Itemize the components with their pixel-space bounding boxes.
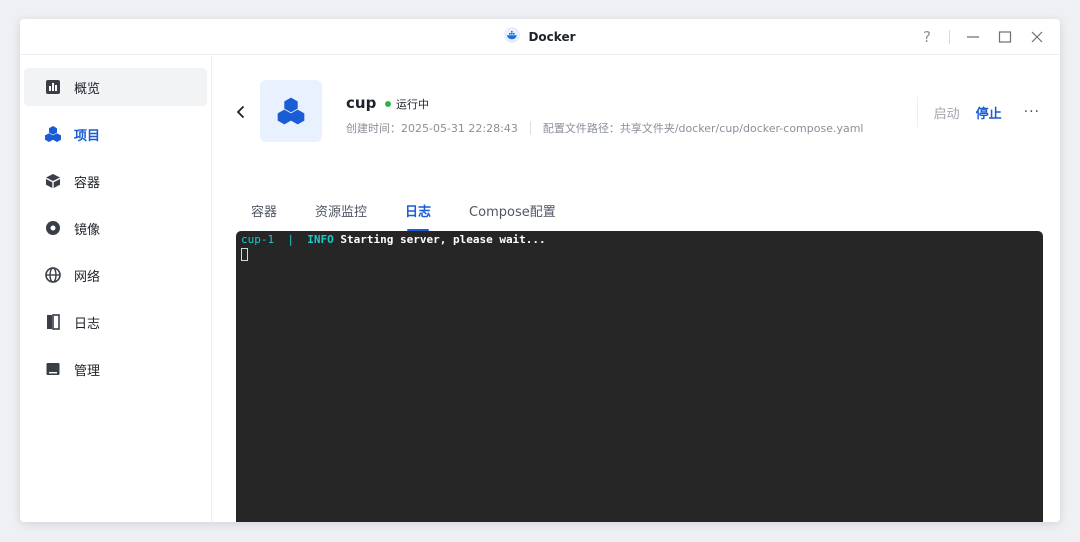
close-button[interactable] [1028, 28, 1046, 46]
main-content: cup 运行中 创建时间：2025-05-31 22:28:43 配置文件路径：… [213, 56, 1060, 522]
status-dot [385, 101, 391, 107]
log-line: cup-1 | INFO Starting server, please wai… [241, 233, 1043, 246]
sidebar-item-log[interactable]: 日志 [24, 303, 207, 341]
sidebar-item-label: 管理 [74, 363, 101, 379]
config-path: 配置文件路径：共享文件夹/docker/cup/docker-compose.y… [542, 122, 864, 135]
created-time: 创建时间：2025-05-31 22:28:43 [346, 122, 518, 135]
maximize-icon [998, 31, 1012, 43]
actions-divider [916, 97, 918, 127]
more-button[interactable]: ··· [1024, 104, 1040, 120]
image-icon [44, 219, 62, 237]
project-avatar [260, 80, 322, 142]
controls-divider [949, 30, 950, 44]
window-title: Docker [528, 30, 576, 44]
project-cubes-icon [277, 97, 305, 125]
sidebar: 概览 项目 容器 镜像 网络 日志 管理 [20, 56, 212, 522]
help-button[interactable]: ? [919, 28, 935, 46]
sidebar-item-label: 镜像 [74, 222, 101, 238]
meta-divider [529, 121, 531, 135]
log-message: Starting server, please wait... [340, 233, 546, 246]
sidebar-item-label: 容器 [74, 175, 101, 191]
log-level: INFO [307, 233, 334, 246]
network-icon [44, 266, 62, 284]
project-actions: 启动 停止 ··· [916, 96, 1060, 128]
sidebar-item-label: 项目 [74, 128, 101, 144]
manage-icon [44, 360, 62, 378]
sidebar-item-network[interactable]: 网络 [24, 256, 207, 294]
title-center: Docker [20, 19, 1060, 55]
project-tabs: 容器 资源监控 日志 Compose配置 [251, 201, 556, 231]
sidebar-item-manage[interactable]: 管理 [24, 350, 207, 388]
sidebar-item-image[interactable]: 镜像 [24, 209, 207, 247]
minimize-icon [967, 36, 979, 38]
tab-containers[interactable]: 容器 [251, 201, 277, 227]
status-text: 运行中 [396, 98, 429, 111]
title-bar: Docker ? [20, 19, 1060, 55]
sidebar-item-container[interactable]: 容器 [24, 162, 207, 200]
docker-window: Docker ? 概览 项目 容器 镜像 网络 日志 管理 cup 运行中 创建… [20, 19, 1060, 522]
window-controls: ? [919, 19, 1046, 55]
sidebar-item-project[interactable]: 项目 [24, 115, 207, 153]
log-icon [44, 313, 62, 331]
stop-button[interactable]: 停止 [976, 103, 1002, 122]
tab-compose-config[interactable]: Compose配置 [469, 201, 556, 227]
project-status: 运行中 [385, 96, 429, 112]
back-button[interactable] [233, 104, 249, 120]
project-meta: 创建时间：2025-05-31 22:28:43 配置文件路径：共享文件夹/do… [346, 120, 864, 136]
chevron-left-icon [236, 105, 245, 119]
log-container-name: cup-1 [241, 233, 275, 246]
start-button[interactable]: 启动 [934, 103, 960, 122]
close-icon [1031, 31, 1043, 43]
tab-resource-monitor[interactable]: 资源监控 [315, 201, 367, 227]
project-name: cup [346, 94, 377, 112]
terminal-cursor [241, 248, 248, 261]
minimize-button[interactable] [964, 28, 982, 46]
sidebar-item-label: 网络 [74, 269, 101, 285]
log-separator: | [287, 233, 294, 246]
tab-logs[interactable]: 日志 [405, 201, 431, 231]
sidebar-item-label: 日志 [74, 316, 101, 332]
project-icon [44, 125, 62, 143]
maximize-button[interactable] [996, 28, 1014, 46]
overview-icon [44, 78, 62, 96]
container-icon [44, 172, 62, 190]
log-terminal[interactable]: cup-1 | INFO Starting server, please wai… [236, 231, 1043, 522]
docker-whale-icon [504, 27, 521, 47]
sidebar-item-label: 概览 [74, 81, 101, 97]
sidebar-item-overview[interactable]: 概览 [24, 68, 207, 106]
